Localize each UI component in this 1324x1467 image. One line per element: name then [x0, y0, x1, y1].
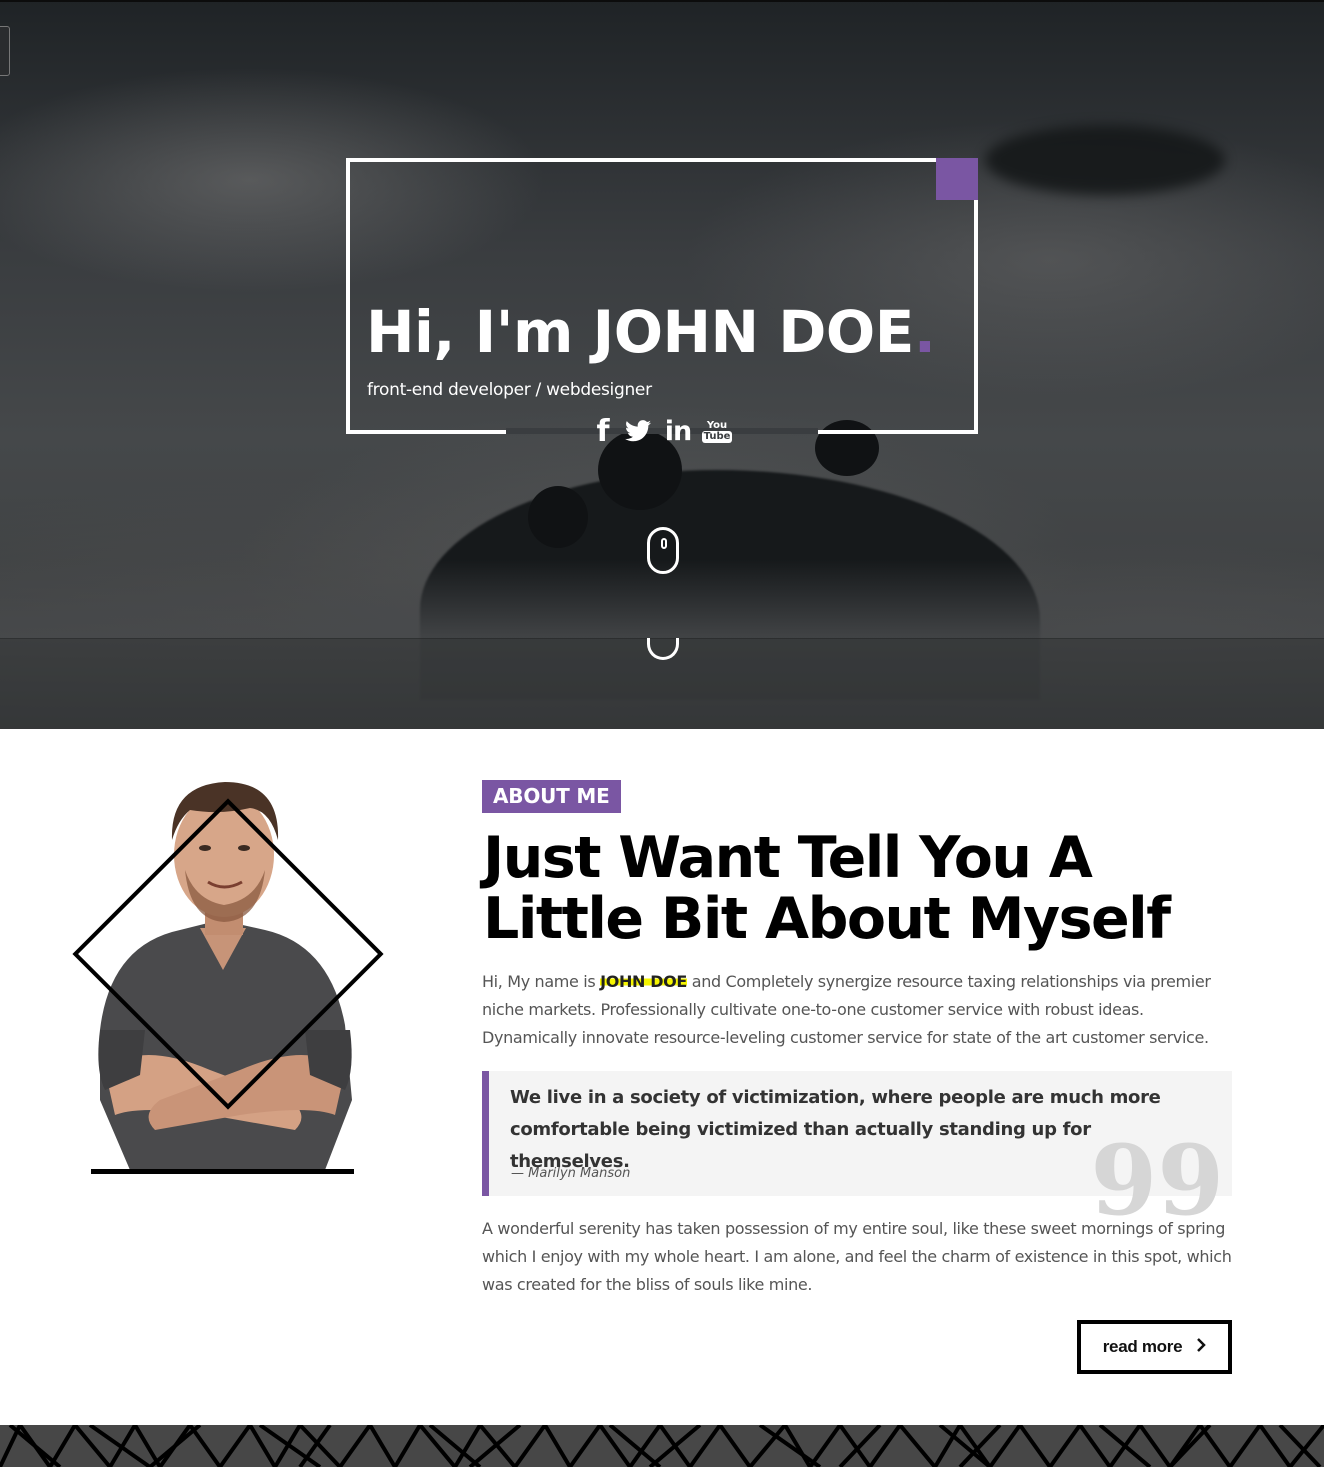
youtube-icon-bottom: Tube — [701, 430, 733, 443]
hero-title: Hi, I'm JOHN DOE. — [366, 298, 936, 366]
hero-background-tree — [528, 486, 588, 548]
geometric-pattern — [0, 1425, 1324, 1467]
quote-author: — Marilyn Manson — [511, 1166, 631, 1181]
linkedin-icon[interactable]: in — [662, 414, 694, 448]
about-heading-line2: Little Bit About Myself — [483, 886, 1171, 952]
facebook-icon[interactable]: f — [592, 414, 614, 449]
accent-square — [936, 158, 978, 200]
mouse-wheel-icon — [661, 538, 667, 549]
about-body: A wonderful serenity has taken possessio… — [482, 1219, 1232, 1294]
about-heading-line1: Just Want Tell You A — [483, 825, 1093, 891]
about-badge: ABOUT ME — [482, 780, 621, 813]
about-intro: Hi, My name is JOHN DOE and Completely s… — [482, 968, 1242, 1052]
twitter-bird-glyph — [625, 420, 651, 442]
scroll-down-mouse-icon[interactable] — [647, 527, 679, 574]
quote-box: We live in a society of victimization, w… — [482, 1071, 1232, 1229]
intro-name-highlight: JOHN DOE — [600, 972, 688, 991]
chevron-right-icon — [1196, 1337, 1207, 1358]
read-more-label: read more — [1102, 1337, 1183, 1356]
hero-greeting: Hi, I'm — [366, 298, 573, 366]
intro-prefix: Hi, My name is — [482, 972, 601, 991]
hero-title-dot: . — [913, 298, 936, 366]
side-menu-toggle[interactable] — [0, 26, 10, 76]
hero-name: JOHN DOE — [592, 298, 915, 366]
portrait-baseline — [91, 1169, 354, 1174]
hero-top-border — [0, 0, 1324, 2]
bottom-pattern-section — [0, 1425, 1324, 1467]
twitter-icon[interactable] — [622, 414, 654, 448]
hero-subtitle: front-end developer / webdesigner — [367, 380, 652, 400]
hero-background-cloud — [985, 125, 1225, 195]
youtube-icon-top: You — [706, 419, 728, 431]
read-more-button[interactable]: read more — [1077, 1320, 1232, 1374]
about-heading: Just Want Tell You A Little Bit About My… — [483, 828, 1243, 950]
youtube-icon[interactable]: You Tube — [701, 414, 733, 448]
